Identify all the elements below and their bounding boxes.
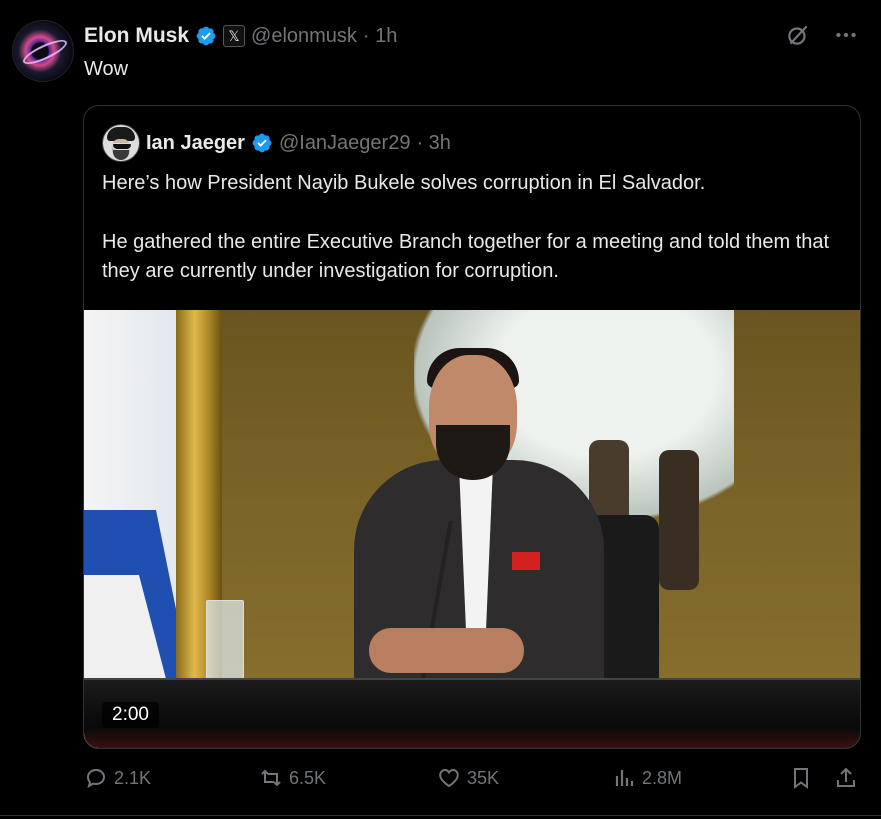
quoted-author-handle: @IanJaeger29 [278,131,411,154]
verified-icon [252,133,272,153]
reply-count: 2.1K [114,767,152,788]
pocket-square [512,552,540,570]
tweet-header: Elon Musk 𝕏 @elonmusk · 1h [84,24,397,48]
video-duration-badge: 2:00 [102,702,159,728]
video-player[interactable]: 2:00 [84,310,860,748]
tweet-text: Wow [84,58,129,80]
quoted-tweet-time: · 3h [416,131,451,154]
divider [0,815,881,816]
quoted-author-avatar [102,124,140,162]
tweet-action-bar: 2.1K 6.5K 35K 2.8M [84,766,862,796]
reply-icon [86,768,106,789]
verified-icon [196,26,216,46]
reply-button[interactable]: 2.1K [84,766,151,790]
tweet-time[interactable]: · 1h [363,25,397,48]
share-button[interactable] [834,766,858,790]
author-name[interactable]: Elon Musk [84,24,189,48]
like-button[interactable]: 35K [437,766,499,790]
author-avatar[interactable] [12,20,74,82]
views-button[interactable]: 2.8M [612,766,682,790]
like-icon [439,768,459,788]
repost-icon [261,769,281,787]
quoted-tweet-card[interactable]: Ian Jaeger @IanJaeger29 · 3h Here’s how … [83,105,861,749]
quoted-tweet-header: Ian Jaeger @IanJaeger29 · 3h [102,124,451,162]
tweet-top-actions [785,22,859,48]
grok-icon[interactable] [785,22,811,48]
bookmark-icon [794,768,808,789]
quoted-author-name: Ian Jaeger [146,131,245,154]
quoted-tweet-text: Here’s how President Nayib Bukele solves… [102,169,847,316]
bookmark-button[interactable] [789,766,813,790]
like-count: 35K [467,767,500,788]
more-icon[interactable] [833,22,859,48]
share-icon [837,767,855,787]
views-icon [615,770,634,786]
quoted-paragraph: Here’s how President Nayib Bukele solves… [102,172,706,194]
quoted-paragraph: He gathered the entire Executive Branch … [102,231,830,282]
desk [84,678,860,748]
repost-button[interactable]: 6.5K [259,766,326,790]
speaker-hands [369,628,524,673]
author-handle[interactable]: @elonmusk [251,25,357,48]
views-count: 2.8M [642,767,683,788]
water-glass [206,600,244,684]
repost-count: 6.5K [289,767,327,788]
x-affiliate-badge: 𝕏 [223,25,246,47]
